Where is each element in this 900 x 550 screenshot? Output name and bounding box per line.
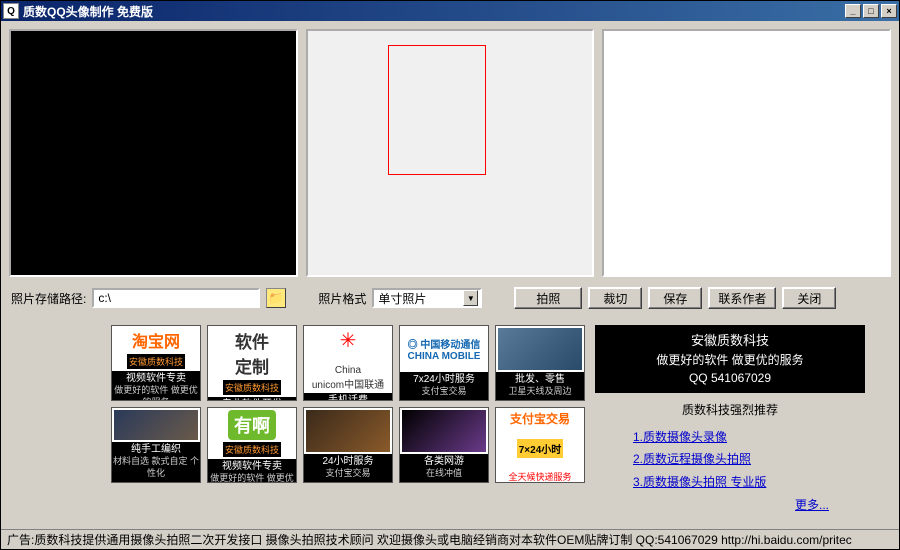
ad-cell-2[interactable]: ✳Chinaunicom中国联通手机话费快速冲值 [303,325,393,401]
path-label: 照片存储路径: [11,290,86,307]
ad-cell-6[interactable]: 有啊安徽质数科技视频软件专卖做更好的软件 做更优的服务 [207,407,297,483]
app-icon: Q [3,3,19,19]
link-1[interactable]: 1.质数摄像头录像 [633,430,727,444]
capture-button[interactable]: 拍照 [514,287,582,309]
close-window-button[interactable]: × [881,4,897,18]
output-preview-panel [602,29,891,277]
link-2[interactable]: 2.质数远程摄像头拍照 [633,452,751,466]
chevron-down-icon: ▼ [463,290,478,306]
close-button[interactable]: 关闭 [782,287,836,309]
recommend-header: 质数科技强烈推荐 [595,401,865,418]
path-input[interactable] [92,288,260,308]
ad-cell-5[interactable]: 纯手工编织材料自选 款式自定 个性化 [111,407,201,483]
preview-panels [1,21,899,281]
ad-cell-9[interactable]: 支付宝交易7×24小时全天候快递服务QQ 38808808快递充值 超低价格 安… [495,407,585,483]
window-title: 质数QQ头像制作 免费版 [23,3,845,20]
side-info: 安徽质数科技 做更好的软件 做更优的服务 QQ 541067029 质数科技强烈… [595,325,865,525]
crop-rectangle[interactable] [388,45,486,175]
contact-author-button[interactable]: 联系作者 [708,287,776,309]
titlebar[interactable]: Q 质数QQ头像制作 免费版 _ □ × [1,1,899,21]
ad-cell-7[interactable]: 24小时服务支付宝交易 [303,407,393,483]
minimize-button[interactable]: _ [845,4,861,18]
company-banner: 安徽质数科技 做更好的软件 做更优的服务 QQ 541067029 [595,325,865,393]
app-window: Q 质数QQ头像制作 免费版 _ □ × 照片存储路径: 📁 照片格式 单寸照片… [0,0,900,550]
format-label: 照片格式 [318,290,366,307]
camera-preview-panel [9,29,298,277]
browse-folder-button[interactable]: 📁 [266,288,286,308]
save-button[interactable]: 保存 [648,287,702,309]
ads-area: 淘宝网安徽质数科技视频软件专卖做更好的软件 做更优的服务软件定制安徽质数科技专业… [1,315,899,529]
controls-row: 照片存储路径: 📁 照片格式 单寸照片 ▼ 拍照 裁切 保存 联系作者 关闭 [1,281,899,315]
more-link[interactable]: 更多... [795,498,829,512]
status-text: 广告:质数科技提供通用摄像头拍照二次开发接口 摄像头拍照技术顾问 欢迎摄像头或电… [7,531,852,548]
ad-cell-4[interactable]: 批发、零售卫星天线及周边 [495,325,585,401]
ad-cell-8[interactable]: 各类网游在线冲值 [399,407,489,483]
crop-button[interactable]: 裁切 [588,287,642,309]
recommend-links: 1.质数摄像头录像 2.质数远程摄像头拍照 3.质数摄像头拍照 专业版 更多..… [595,422,865,517]
ad-cell-0[interactable]: 淘宝网安徽质数科技视频软件专卖做更好的软件 做更优的服务 [111,325,201,401]
maximize-button[interactable]: □ [863,4,879,18]
format-value: 单寸照片 [378,290,426,307]
ad-grid: 淘宝网安徽质数科技视频软件专卖做更好的软件 做更优的服务软件定制安徽质数科技专业… [111,325,585,525]
crop-preview-panel [306,29,595,277]
status-bar: 广告:质数科技提供通用摄像头拍照二次开发接口 摄像头拍照技术顾问 欢迎摄像头或电… [1,529,899,549]
format-select[interactable]: 单寸照片 ▼ [372,288,482,308]
link-3[interactable]: 3.质数摄像头拍照 专业版 [633,475,766,489]
ad-cell-1[interactable]: 软件定制安徽质数科技专业软件开发做更好的软件 做更优的服务 [207,325,297,401]
ad-cell-3[interactable]: ◎ 中国移动通信CHINA MOBILE7x24小时服务支付宝交易 [399,325,489,401]
